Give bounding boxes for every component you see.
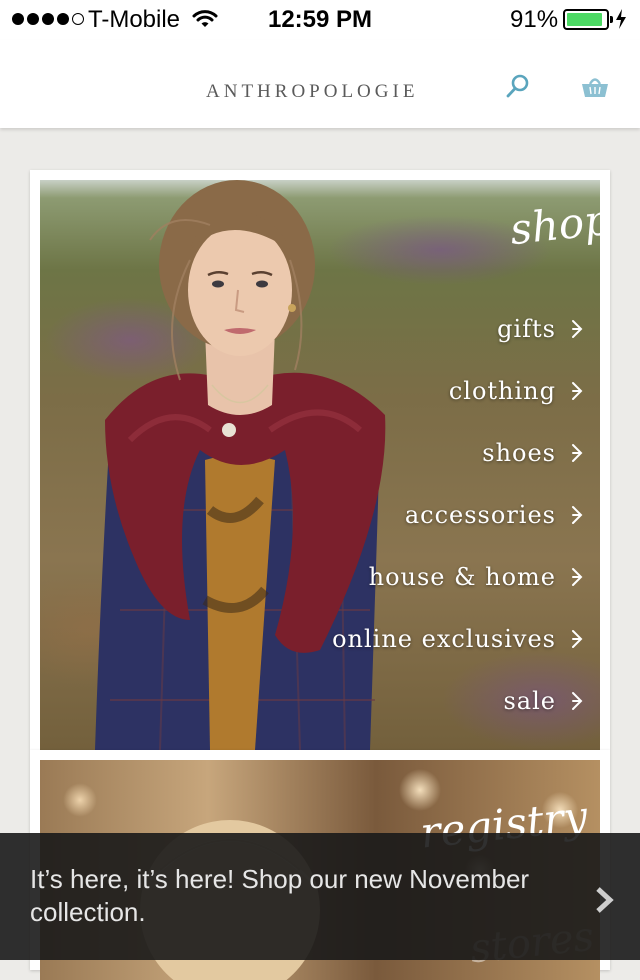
- chevron-right-icon: [572, 692, 583, 710]
- promo-banner[interactable]: It’s here, it’s here! Shop our new Novem…: [0, 833, 640, 960]
- menu-item-shoes[interactable]: shoes: [332, 422, 584, 484]
- menu-item-label: sale: [503, 687, 556, 715]
- nav-bar: ANTHROPOLOGIE: [0, 40, 640, 128]
- menu-item-accessories[interactable]: accessories: [332, 484, 584, 546]
- chevron-right-icon: [572, 320, 583, 338]
- chevron-right-icon: [572, 444, 583, 462]
- menu-item-label: online exclusives: [332, 625, 556, 653]
- chevron-right-icon: [572, 568, 583, 586]
- menu-item-label: shoes: [482, 439, 556, 467]
- menu-item-sale[interactable]: sale: [332, 670, 584, 732]
- menu-item-label: house & home: [368, 563, 556, 591]
- menu-item-label: gifts: [497, 315, 556, 343]
- menu-item-clothing[interactable]: clothing: [332, 360, 584, 422]
- shop-heading: shop: [507, 194, 600, 255]
- menu-item-house-home[interactable]: house & home: [332, 546, 584, 608]
- promo-text: It’s here, it’s here! Shop our new Novem…: [30, 864, 530, 927]
- battery-percent: 91%: [510, 6, 559, 33]
- search-icon[interactable]: [505, 73, 531, 101]
- menu-item-label: clothing: [448, 377, 556, 405]
- chevron-right-icon: [572, 382, 583, 400]
- charging-bolt-icon: [616, 9, 626, 29]
- menu-item-label: accessories: [404, 501, 556, 529]
- battery-icon: [563, 9, 613, 30]
- menu-item-online-exclusives[interactable]: online exclusives: [332, 608, 584, 670]
- shop-category-menu: gifts clothing shoes accessories house &…: [332, 298, 584, 732]
- shop-card: shop gifts clothing shoes accessories ho…: [30, 170, 610, 750]
- brand-logo[interactable]: ANTHROPOLOGIE: [206, 81, 418, 103]
- chevron-right-icon: [596, 887, 614, 913]
- chevron-right-icon: [572, 506, 583, 524]
- shop-hero-photo: shop gifts clothing shoes accessories ho…: [40, 180, 600, 750]
- status-bar: T-Mobile 12:59 PM 91%: [0, 0, 640, 40]
- chevron-right-icon: [572, 630, 583, 648]
- basket-icon[interactable]: [580, 73, 610, 101]
- menu-item-gifts[interactable]: gifts: [332, 298, 584, 360]
